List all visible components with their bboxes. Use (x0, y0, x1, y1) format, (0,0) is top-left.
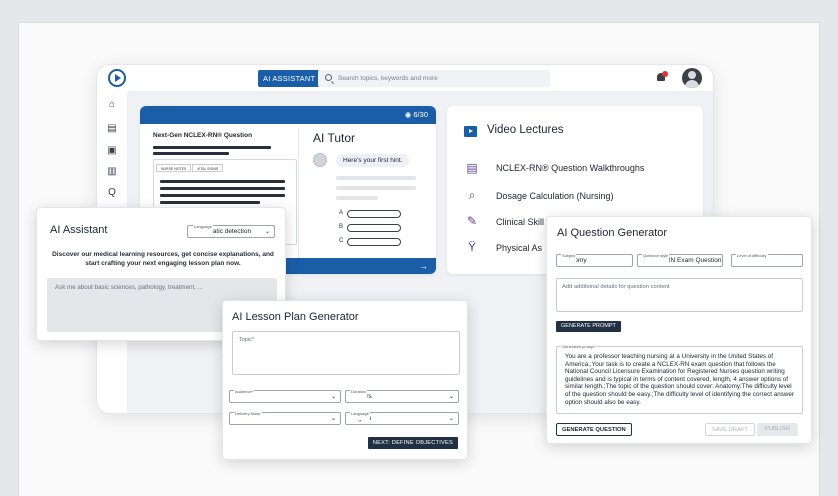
tutor-bot-avatar (313, 153, 327, 167)
placeholder-line (336, 176, 416, 180)
marketing-canvas: AI ASSISTANT Search topics, keywords and… (0, 0, 838, 496)
play-video-icon (464, 126, 477, 137)
chevron-down-icon: ⌄ (448, 416, 454, 422)
chevron-down-icon: ⌄ (264, 229, 270, 235)
question-generator-title: AI Question Generator (557, 227, 668, 239)
generated-prompt-textarea[interactable]: Generated prompt You are a professor tea… (556, 343, 803, 414)
question-style-field[interactable]: Question style NCLEX-RN Exam Question (637, 250, 723, 267)
video-item-physical-assessment[interactable]: Physical As (496, 243, 542, 253)
panel-divider (298, 128, 299, 258)
chevron-down-icon: ⌄ (330, 394, 336, 400)
app-logo-icon[interactable] (108, 69, 126, 87)
text-line (160, 194, 285, 197)
generate-prompt-button[interactable]: GENERATE PROMPT (556, 321, 621, 332)
option-c[interactable] (347, 238, 401, 246)
delivery-mode-select[interactable]: Delivery Mode Blended ⌄ (229, 408, 341, 425)
topic-input[interactable]: Topic* (232, 331, 460, 375)
generated-prompt-text: You are a professor teaching nursing at … (565, 353, 795, 406)
placeholder-line (336, 186, 416, 190)
syringe-icon: ✎ (466, 214, 478, 228)
ai-assistant-title: AI Assistant (50, 224, 108, 236)
text-line (160, 180, 285, 183)
difficulty-label: Level of difficulty (736, 250, 768, 262)
question-generator-card: AI Question Generator Subject Anatomy Qu… (546, 216, 812, 444)
stethoscope-icon: Ϋ (467, 240, 476, 254)
rn-document-icon: ▤ (466, 161, 478, 175)
hint-bubble: Here’s your first hint. (336, 154, 410, 167)
language-select-lesson[interactable]: Language English ⌄ (345, 408, 459, 425)
lesson-plan-generator-card: AI Lesson Plan Generator Topic* Audience… (222, 300, 468, 460)
search-placeholder: Search topics, keywords and more (338, 75, 438, 82)
notification-dot (662, 71, 668, 77)
delivery-mode-label: Delivery Mode (234, 408, 262, 420)
generate-question-button[interactable]: GENERATE QUESTION (556, 423, 632, 436)
video-lectures-title: Video Lectures (487, 124, 564, 136)
video-item-clinical-skills[interactable]: Clinical Skill (496, 217, 544, 227)
tab-vital-signs[interactable]: VITAL SIGNS (192, 164, 224, 172)
text-line (153, 152, 229, 155)
search-input[interactable]: Search topics, keywords and more (318, 70, 550, 87)
subject-label: Subject (561, 250, 577, 262)
tutor-header: ◉ 6/30 (140, 106, 436, 124)
next-define-objectives-button[interactable]: NEXT: DEFINE OBJECTIVES (367, 437, 458, 449)
assistant-description: Discover our medical learning resources,… (52, 251, 274, 267)
duration-label: Duration (350, 386, 368, 398)
chevron-down-icon: ⌄ (330, 416, 336, 422)
text-line (160, 201, 260, 204)
question-counter: 6/30 (413, 110, 428, 119)
ai-tutor-title: AI Tutor (313, 131, 356, 145)
text-line (160, 187, 285, 190)
placeholder-line (336, 196, 378, 200)
publish-button[interactable]: PUBLISH (757, 423, 798, 436)
audience-select[interactable]: Audience* RN ⌄ (229, 386, 341, 403)
option-label-a: A (339, 210, 344, 216)
ai-assistant-button[interactable]: AI ASSISTANT (258, 70, 321, 87)
lesson-plan-title: AI Lesson Plan Generator (232, 311, 359, 323)
option-label-b: B (339, 224, 344, 230)
chevron-down-icon: ⌄ (448, 394, 454, 400)
clipboard-icon[interactable]: ▤ (107, 124, 117, 134)
subject-field[interactable]: Subject Anatomy (556, 250, 633, 267)
video-item-dosage[interactable]: Dosage Calculation (Nursing) (496, 191, 614, 201)
duration-select[interactable]: Duration 3 hours ⌄ (345, 386, 459, 403)
video-item-walkthroughs[interactable]: NCLEX-RN® Question Walkthroughs (496, 163, 644, 173)
user-avatar[interactable] (682, 68, 702, 88)
question-style-label: Question style (642, 250, 670, 262)
language-label: Language (193, 221, 213, 233)
save-draft-button[interactable]: SAVE DRAFT (705, 423, 755, 436)
search-icon (325, 74, 332, 81)
option-label-c: C (339, 238, 344, 244)
generated-prompt-label: Generated prompt (561, 343, 596, 351)
difficulty-field[interactable]: Level of difficulty Hard (731, 250, 803, 267)
option-b[interactable] (347, 224, 401, 232)
audience-label: Audience* (234, 386, 255, 398)
option-a[interactable] (347, 210, 401, 218)
lesson-language-label: Language (350, 408, 370, 420)
home-icon[interactable]: ⌂ (107, 100, 117, 110)
next-arrow-icon[interactable]: → (419, 261, 428, 271)
video-library-icon[interactable]: ▣ (107, 146, 117, 156)
magnifier-document-icon: ⌕ (468, 188, 476, 202)
additional-details-input[interactable]: Add additional details for question cont… (556, 278, 803, 312)
text-line (153, 146, 271, 149)
tab-nurse-notes[interactable]: NURSE NOTES (156, 164, 192, 172)
question-title: Next-Gen NCLEX-RN® Question (153, 132, 253, 139)
question-bank-icon[interactable]: Q (107, 188, 117, 198)
notification-bell-icon[interactable] (656, 71, 668, 83)
book-icon[interactable]: ▥ (107, 167, 117, 177)
language-select[interactable]: Language Automatic detection ⌄ (187, 221, 275, 238)
